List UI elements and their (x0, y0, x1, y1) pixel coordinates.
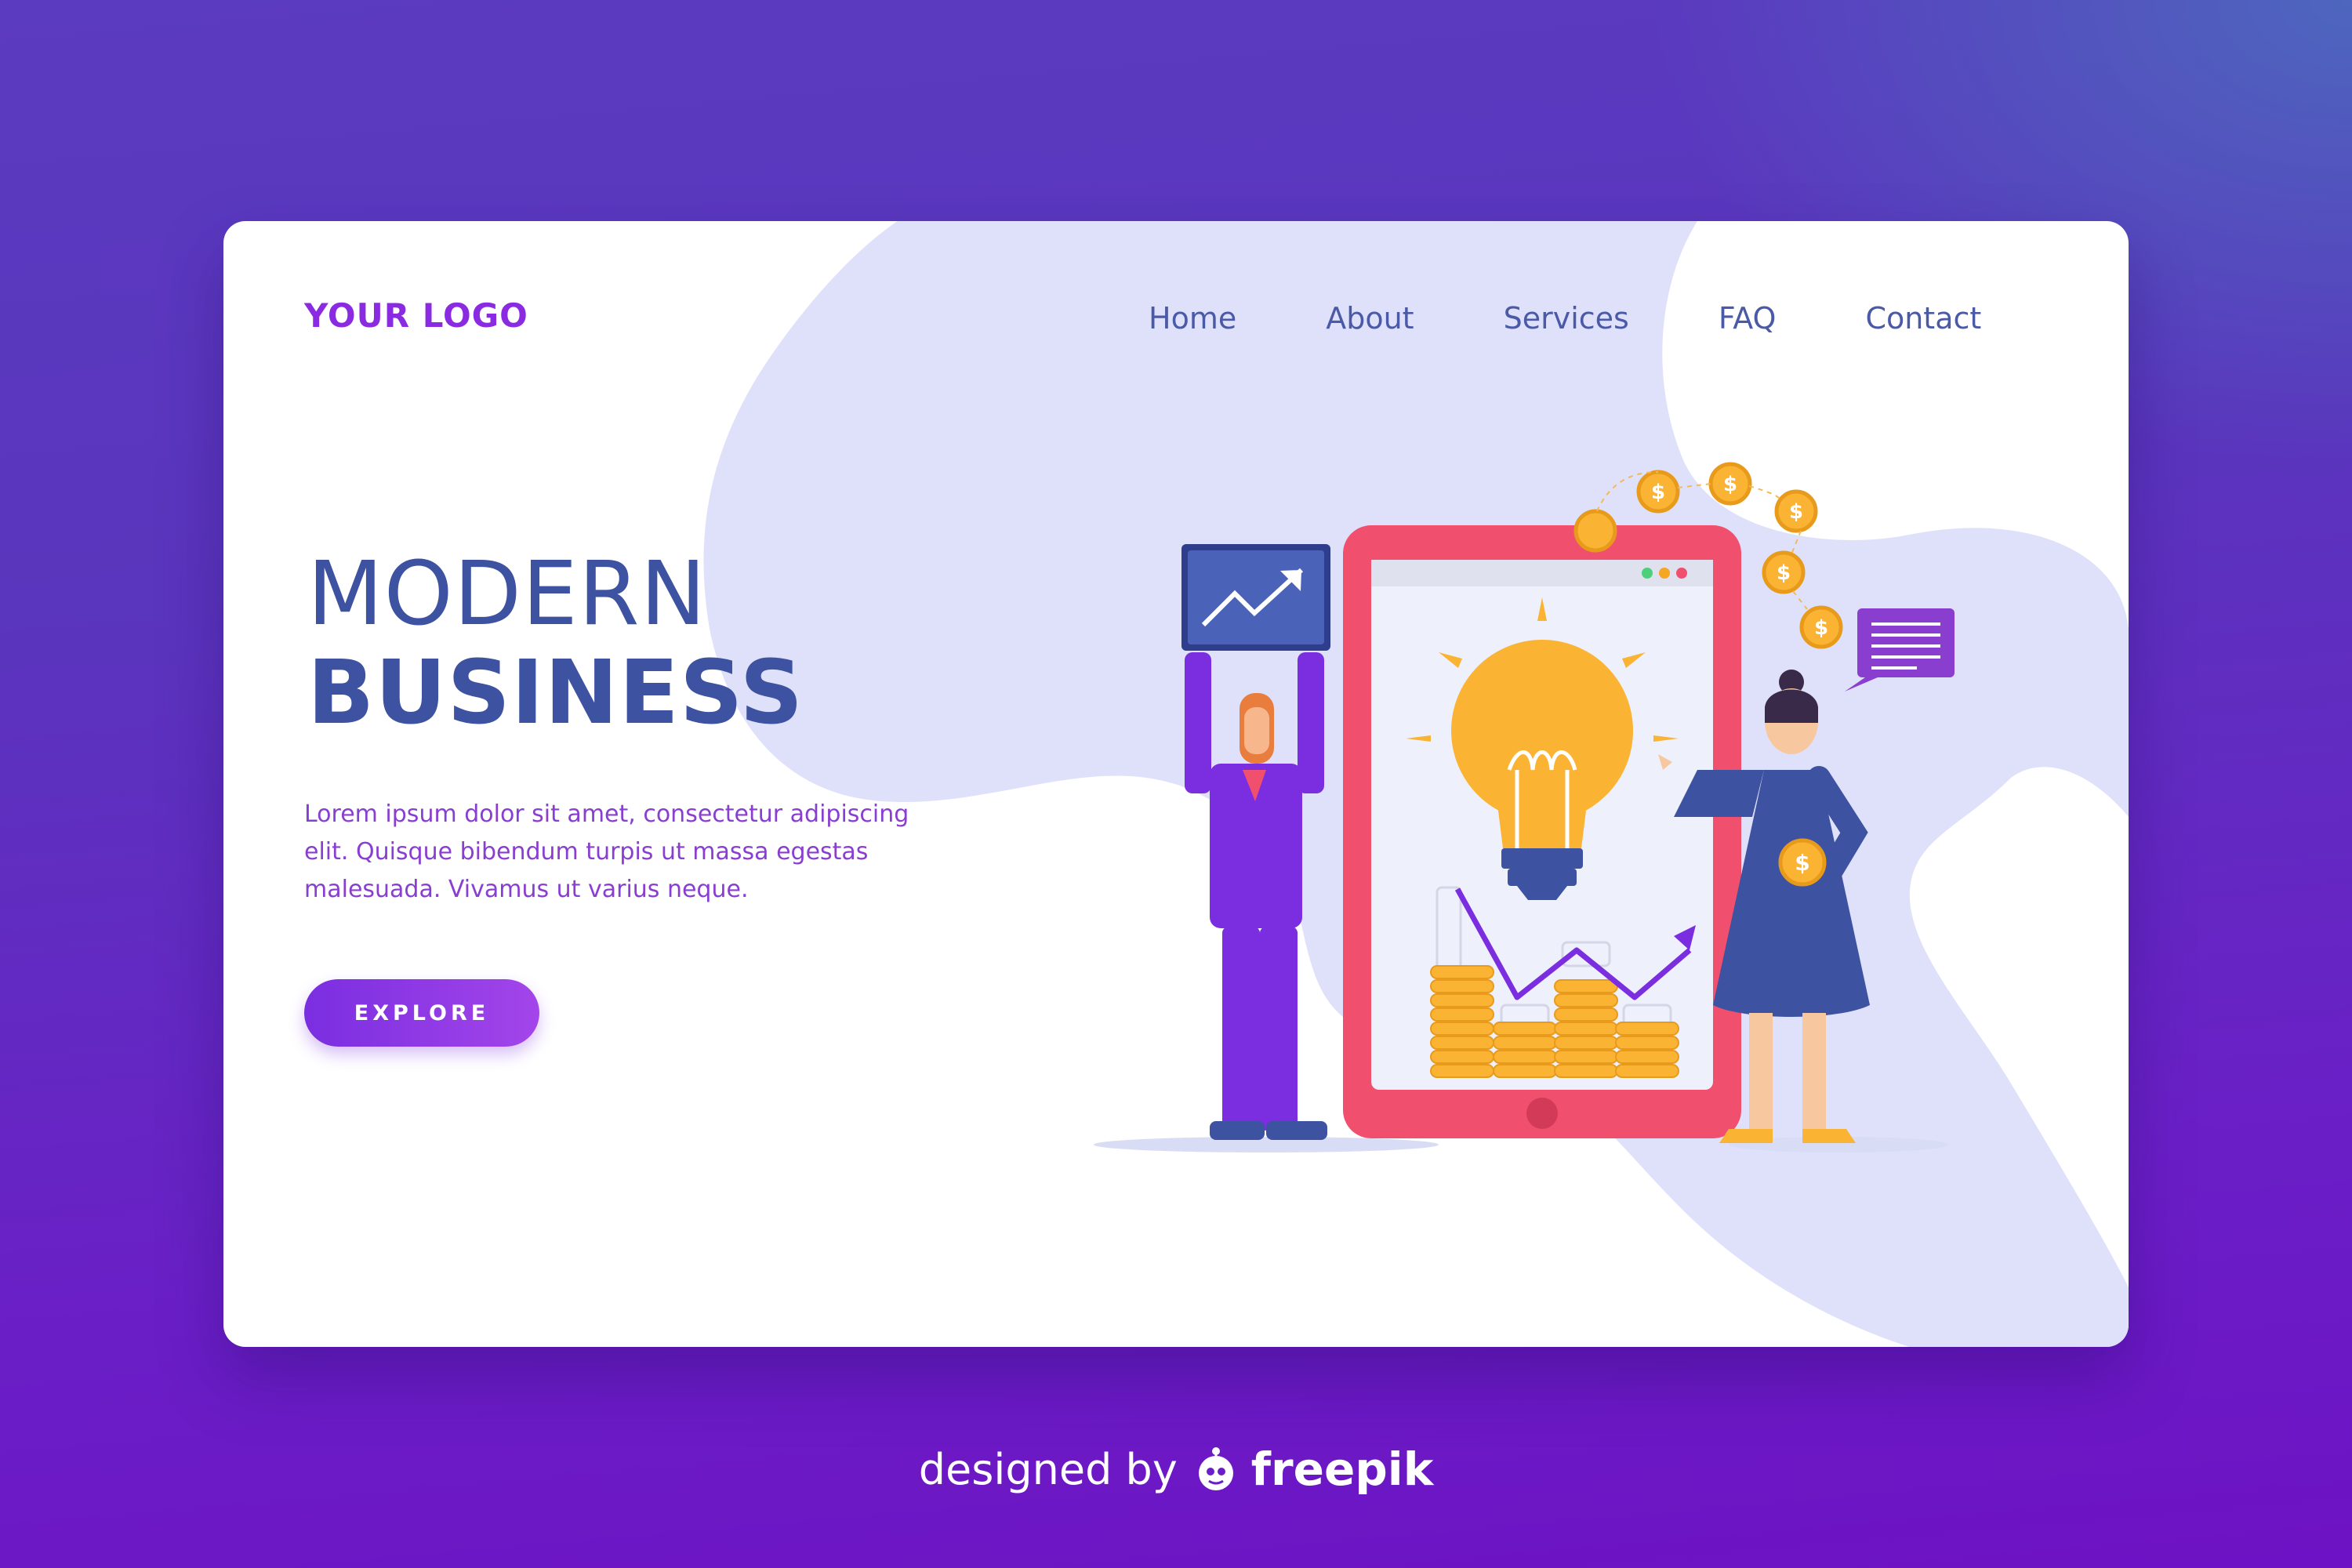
coin-symbol: $ (1789, 500, 1803, 524)
freepik-icon (1198, 1447, 1233, 1490)
ground-shadow (1094, 1137, 1439, 1152)
footer-prefix: designed by (918, 1444, 1178, 1494)
chat-bubble-icon (1845, 608, 1955, 691)
coin-symbol: $ (1795, 850, 1809, 876)
coin-symbol: $ (1723, 473, 1737, 496)
footer-credit: designed by freepik (0, 1443, 2352, 1496)
coin-symbol: $ (1651, 481, 1665, 504)
footer-brand[interactable]: freepik (1251, 1443, 1433, 1496)
man-figure (1181, 544, 1330, 1140)
coin-symbol: $ (1814, 616, 1828, 640)
business-illustration: $ $ $ $ $ $ (1094, 462, 1955, 1152)
coin-symbol: $ (1777, 561, 1791, 585)
landing-card: YOUR LOGO Home About Services FAQ Contac… (223, 221, 2129, 1347)
